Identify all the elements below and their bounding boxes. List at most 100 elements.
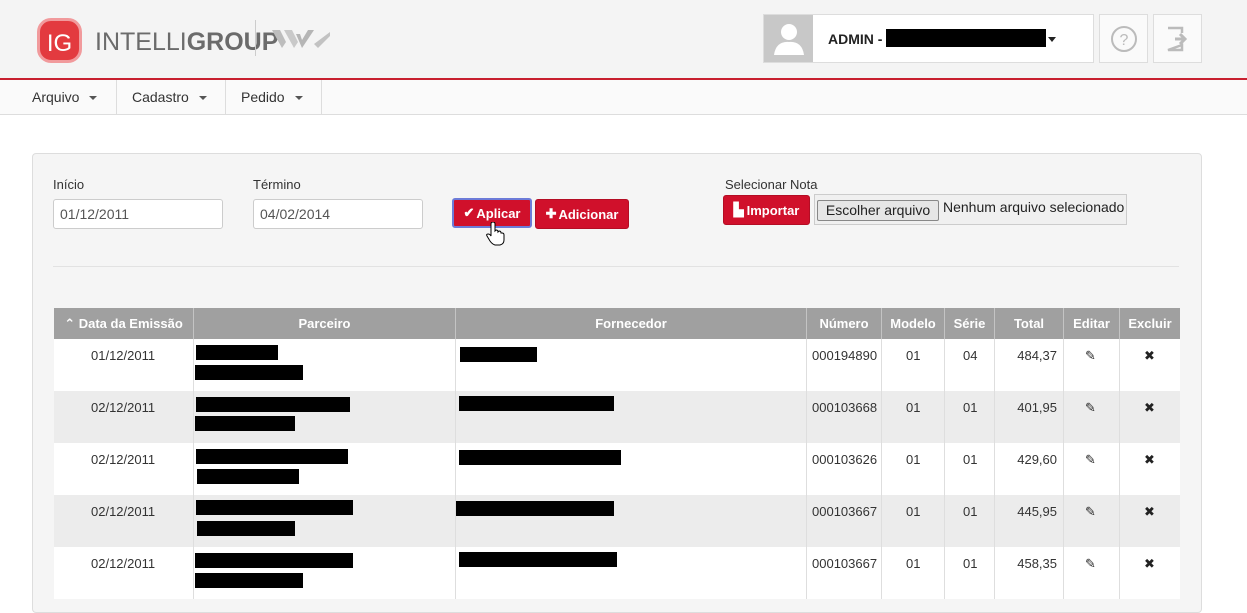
redacted-text — [195, 416, 295, 431]
delete-icon[interactable]: ✖ — [1144, 504, 1155, 520]
app-header: IG INTELLIGROUP ADMIN - ? — [0, 0, 1247, 80]
menu-pedido[interactable]: Pedido — [226, 80, 322, 114]
row-modelo: 01 — [906, 400, 921, 415]
cell-numero: 000194890 — [807, 339, 882, 391]
redacted-text — [196, 397, 350, 412]
logout-button[interactable] — [1153, 14, 1202, 63]
cell-date: 02/12/2011 — [54, 391, 194, 443]
table-row[interactable]: 02/12/2011 000103668 01 01 401,95 ✎ ✖ — [54, 391, 1180, 443]
delete-icon[interactable]: ✖ — [1144, 556, 1155, 572]
add-button[interactable]: ✚ Adicionar — [535, 199, 629, 229]
menu-arquivo[interactable]: Arquivo — [17, 80, 117, 114]
import-label: Importar — [746, 202, 800, 218]
col-total[interactable]: Total — [995, 308, 1064, 339]
edit-icon[interactable]: ✎ — [1085, 348, 1096, 364]
col-serie[interactable]: Série — [945, 308, 995, 339]
chevron-down-icon — [1048, 37, 1056, 42]
import-button[interactable]: ▙ Importar — [723, 195, 810, 225]
sort-up-icon: ⌃ — [64, 316, 76, 331]
end-date-input[interactable] — [253, 199, 423, 229]
col-parceiro[interactable]: Parceiro — [194, 308, 456, 339]
redacted-user-name — [886, 29, 1046, 47]
cell-fornecedor — [456, 339, 807, 391]
cell-parceiro — [194, 547, 456, 599]
cell-numero: 000103667 — [807, 495, 882, 547]
edit-icon[interactable]: ✎ — [1085, 452, 1096, 468]
cell-date: 02/12/2011 — [54, 495, 194, 547]
caret-down-icon — [294, 96, 303, 101]
delete-icon[interactable]: ✖ — [1144, 452, 1155, 468]
redacted-text — [459, 396, 614, 411]
table-header: ⌃ Data da Emissão Parceiro Fornecedor Nú… — [54, 308, 1180, 339]
apply-label: Aplicar — [476, 205, 521, 221]
menu-cadastro[interactable]: Cadastro — [117, 80, 226, 114]
svg-text:?: ? — [1119, 32, 1128, 49]
cell-delete: ✖ — [1120, 547, 1180, 599]
user-menu[interactable]: ADMIN - — [763, 14, 1094, 63]
col-numero[interactable]: Número — [807, 308, 882, 339]
cell-fornecedor — [456, 547, 807, 599]
row-numero: 000103667 — [812, 504, 878, 519]
question-circle-icon: ? — [1110, 25, 1137, 52]
cell-delete: ✖ — [1120, 443, 1180, 495]
row-total: 429,60 — [1017, 452, 1057, 467]
col-modelo[interactable]: Modelo — [882, 308, 945, 339]
cell-total: 484,37 — [995, 339, 1064, 391]
row-serie: 01 — [963, 504, 978, 519]
delete-icon[interactable]: ✖ — [1144, 400, 1155, 416]
redacted-text — [195, 553, 353, 568]
cell-date: 02/12/2011 — [54, 443, 194, 495]
col-data-emissao[interactable]: ⌃ Data da Emissão — [54, 308, 194, 339]
intelligroup-logo-icon: IG — [37, 18, 82, 63]
delete-icon[interactable]: ✖ — [1144, 348, 1155, 364]
cell-delete: ✖ — [1120, 495, 1180, 547]
cell-serie: 01 — [945, 391, 995, 443]
caret-down-icon — [89, 96, 98, 101]
sign-out-icon — [1167, 26, 1187, 51]
cell-serie: 04 — [945, 339, 995, 391]
cell-fornecedor — [456, 443, 807, 495]
cell-numero: 000103626 — [807, 443, 882, 495]
redacted-text — [195, 573, 303, 588]
redacted-text — [196, 449, 348, 464]
choose-file-button[interactable]: Escolher arquivo — [817, 200, 939, 221]
row-serie: 01 — [963, 452, 978, 467]
redacted-text — [460, 347, 537, 362]
edit-icon[interactable]: ✎ — [1085, 400, 1096, 416]
add-label: Adicionar — [558, 206, 619, 222]
redacted-text — [459, 450, 621, 465]
table-row[interactable]: 02/12/2011 000103626 01 01 429,60 ✎ ✖ — [54, 443, 1180, 495]
row-total: 401,95 — [1017, 400, 1057, 415]
row-serie: 04 — [963, 348, 978, 363]
start-date-input[interactable] — [53, 199, 223, 229]
row-modelo: 01 — [906, 556, 921, 571]
edit-icon[interactable]: ✎ — [1085, 556, 1096, 572]
file-input[interactable]: Escolher arquivo Nenhum arquivo selecion… — [814, 194, 1127, 225]
intelligroup-logo-text: INTELLIGROUP — [95, 28, 278, 57]
row-serie: 01 — [963, 400, 978, 415]
avatar — [764, 15, 813, 62]
table-row[interactable]: 01/12/2011 000194890 01 04 484,37 ✎ ✖ — [54, 339, 1180, 391]
col-excluir: Excluir — [1128, 316, 1172, 331]
row-date: 02/12/2011 — [91, 504, 156, 519]
table-row[interactable]: 02/12/2011 000103667 01 01 458,35 ✎ ✖ — [54, 547, 1180, 599]
row-total: 484,37 — [1017, 348, 1057, 363]
end-date-label: Término — [253, 177, 301, 192]
cell-parceiro — [194, 443, 456, 495]
cell-modelo: 01 — [882, 443, 945, 495]
row-modelo: 01 — [906, 504, 921, 519]
cell-total: 445,95 — [995, 495, 1064, 547]
row-numero: 000103668 — [812, 400, 878, 415]
row-modelo: 01 — [906, 452, 921, 467]
cell-date: 02/12/2011 — [54, 547, 194, 599]
cell-edit: ✎ — [1064, 495, 1120, 547]
table-row[interactable]: 02/12/2011 000103667 01 01 445,95 ✎ ✖ — [54, 495, 1180, 547]
select-note-label: Selecionar Nota — [725, 177, 818, 192]
edit-icon[interactable]: ✎ — [1085, 504, 1096, 520]
help-button[interactable]: ? — [1099, 14, 1148, 63]
cell-edit: ✎ — [1064, 443, 1120, 495]
col-fornecedor[interactable]: Fornecedor — [456, 308, 807, 339]
row-date: 02/12/2011 — [91, 452, 156, 467]
row-serie: 01 — [963, 556, 978, 571]
cell-date: 01/12/2011 — [54, 339, 194, 391]
